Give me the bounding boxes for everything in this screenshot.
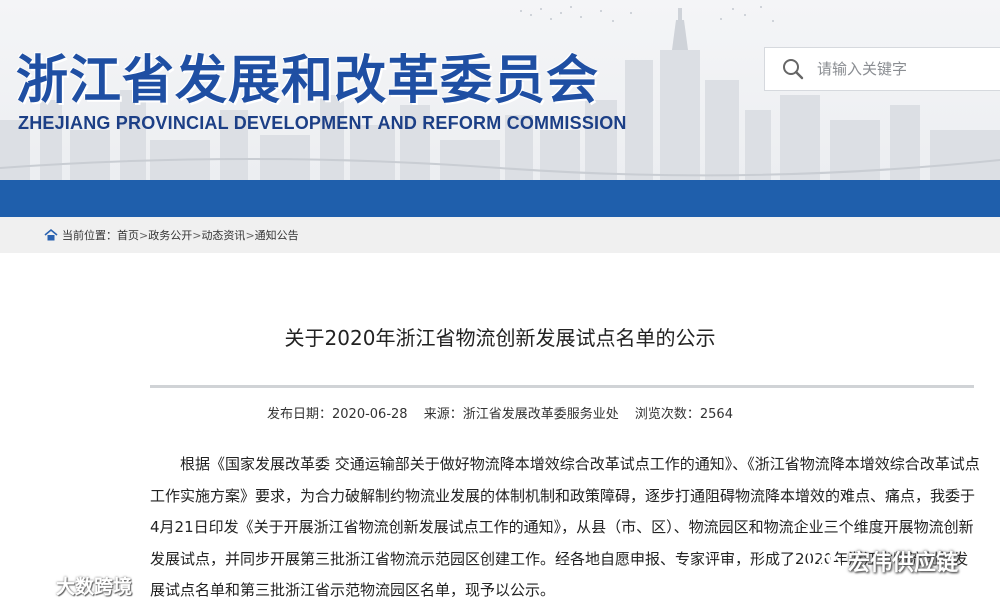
nav-band [0, 180, 1000, 217]
breadcrumb-gov-affairs[interactable]: 政务公开 [148, 227, 192, 243]
search-input[interactable] [815, 59, 999, 79]
site-header-banner: 浙江省发展和改革委员会 ZHEJIANG PROVINCIAL DEVELOPM… [0, 0, 1000, 180]
breadcrumb-separator: > [139, 228, 149, 242]
watermark-right: 宏伟供应链 [806, 545, 958, 577]
article-source: 来源：浙江省发展改革委服务业处 [423, 407, 619, 422]
breadcrumb-news[interactable]: 动态资讯 [201, 227, 245, 243]
watermark-left: 大数跨境 [8, 572, 132, 599]
article-meta: 发布日期：2020-06-28 来源：浙江省发展改革委服务业处 浏览次数：256… [0, 403, 1000, 422]
wechat-icon [806, 546, 842, 574]
article-title: 关于2020年浙江省物流创新发展试点名单的公示 [284, 326, 716, 350]
breadcrumb: 当前位置： 首页 > 政务公开 > 动态资讯 > 通知公告 [0, 217, 1000, 253]
search-icon[interactable] [781, 57, 805, 81]
article-body: 根据《国家发展改革委 交通运输部关于做好物流降本增效综合改革试点工作的通知》、《… [150, 449, 980, 607]
view-count: 浏览次数：2564 [634, 407, 733, 422]
breadcrumb-separator: > [245, 228, 255, 242]
title-divider [150, 385, 974, 388]
article-paragraph: 根据《国家发展改革委 交通运输部关于做好物流降本增效综合改革试点工作的通知》、《… [150, 455, 980, 599]
watermark-right-text: 宏伟供应链 [848, 551, 959, 576]
site-title: 浙江省发展和改革委员会 [16, 51, 600, 111]
breadcrumb-prefix: 当前位置： [62, 229, 117, 242]
site-subtitle: ZHEJIANG PROVINCIAL DEVELOPMENT AND REFO… [18, 113, 627, 133]
search-box[interactable] [764, 47, 1000, 91]
breadcrumb-home[interactable]: 首页 [117, 227, 139, 243]
breadcrumb-separator: > [192, 228, 202, 242]
brand-logo-icon [9, 577, 51, 594]
breadcrumb-notices[interactable]: 通知公告 [255, 227, 299, 243]
home-icon [44, 228, 58, 241]
publish-date: 发布日期：2020-06-28 [267, 407, 408, 422]
watermark-left-text: 大数跨境 [56, 576, 133, 598]
